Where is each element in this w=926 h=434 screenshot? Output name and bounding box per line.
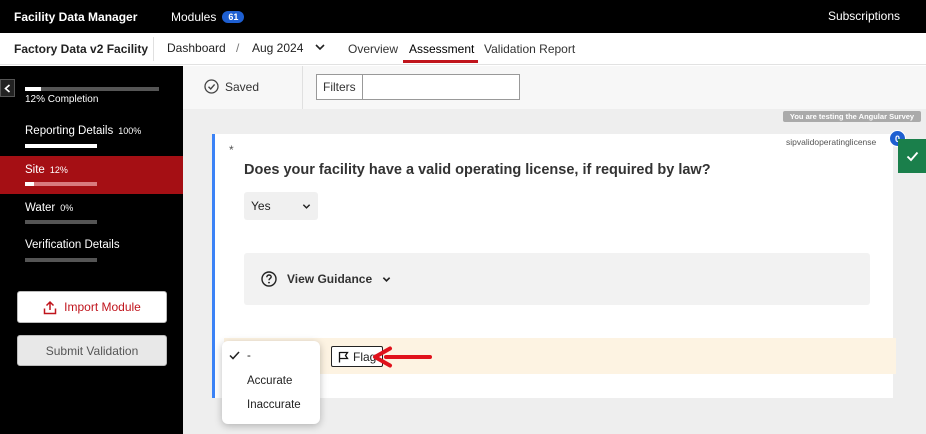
- sidebar-item-progress: [25, 182, 97, 186]
- check-circle-icon: [204, 79, 219, 94]
- view-guidance-label: View Guidance: [287, 272, 373, 286]
- answer-value: Yes: [251, 199, 271, 213]
- sidebar-item-verification-details[interactable]: Verification Details: [0, 230, 183, 268]
- question-id: sipvalidoperatinglicense: [780, 134, 883, 150]
- facility-name[interactable]: Factory Data v2 Facility: [14, 42, 148, 56]
- sidebar-item-pct: 100%: [118, 126, 142, 136]
- sidebar-item-progress: [25, 258, 97, 262]
- toolbar-divider: [302, 66, 303, 109]
- toolbar: Saved Filters: [183, 66, 926, 109]
- mark-complete-button[interactable]: [898, 139, 926, 173]
- filters-input[interactable]: [362, 75, 530, 99]
- nav-bar: Factory Data v2 Facility Dashboard / Aug…: [0, 33, 926, 65]
- import-module-label: Import Module: [64, 300, 141, 314]
- completion-label: 12% Completion: [25, 94, 99, 105]
- upload-icon: [43, 300, 57, 314]
- saved-label: Saved: [225, 79, 260, 94]
- sidebar-item-water[interactable]: Water 0%: [0, 194, 183, 230]
- sidebar-item-pct: 12%: [49, 165, 68, 175]
- filters-field[interactable]: Filters: [316, 74, 530, 100]
- tab-overview[interactable]: Overview: [348, 42, 398, 56]
- dropdown-option-accurate[interactable]: Accurate: [247, 375, 292, 387]
- chevron-left-icon: [4, 83, 11, 93]
- question-text: Does your facility have a valid operatin…: [244, 162, 711, 178]
- tab-validation-report[interactable]: Validation Report: [484, 42, 575, 56]
- chevron-down-icon: [302, 203, 311, 209]
- validation-row: Flag: [224, 338, 896, 374]
- sidebar-item-progress: [25, 220, 97, 224]
- breadcrumb-dashboard[interactable]: Dashboard: [167, 41, 226, 55]
- sidebar-item-label: Site: [25, 164, 45, 176]
- required-marker: *: [229, 143, 234, 157]
- sidebar-item-label: Verification Details: [25, 239, 120, 251]
- sidebar-item-label: Water: [25, 202, 56, 214]
- sidebar-item-label: Reporting Details: [25, 125, 114, 137]
- submit-validation-label: Submit Validation: [45, 343, 139, 358]
- modules-count-badge: 61: [222, 11, 245, 23]
- dropdown-option-blank[interactable]: -: [247, 350, 251, 362]
- sidebar-item-site[interactable]: Site 12%: [0, 156, 183, 194]
- import-module-button[interactable]: Import Module: [17, 291, 167, 323]
- arrow-left-icon: [373, 346, 432, 368]
- collapse-sidebar-button[interactable]: [0, 79, 15, 97]
- completion-progress-bar: [25, 87, 159, 91]
- dropdown-option-inaccurate[interactable]: Inaccurate: [247, 399, 301, 411]
- sidebar-item-progress: [25, 144, 97, 148]
- flag-icon: [338, 351, 349, 362]
- app-title[interactable]: Facility Data Manager: [14, 10, 137, 24]
- modules-menu[interactable]: Modules 61: [171, 10, 245, 24]
- active-tab-indicator: [403, 60, 478, 63]
- breadcrumb-separator: /: [236, 41, 240, 55]
- saved-status: Saved: [204, 79, 259, 94]
- subscriptions-link[interactable]: Subscriptions: [828, 9, 900, 23]
- tab-assessment[interactable]: Assessment: [409, 42, 474, 56]
- question-circle-icon: [261, 271, 277, 287]
- top-bar: Facility Data Manager Modules 61 Subscri…: [0, 0, 926, 33]
- sidebar-item-reporting-details[interactable]: Reporting Details 100%: [0, 118, 183, 156]
- chevron-down-icon: [382, 276, 391, 282]
- nav-divider: [153, 37, 154, 61]
- sidebar: 12% Completion Reporting Details 100% Sit…: [0, 66, 183, 434]
- modules-label: Modules: [171, 10, 217, 24]
- period-selector[interactable]: Aug 2024: [252, 41, 303, 55]
- chevron-down-icon[interactable]: [315, 42, 325, 52]
- answer-select[interactable]: Yes: [244, 192, 318, 220]
- sidebar-item-pct: 0%: [60, 203, 74, 213]
- check-icon: [906, 151, 918, 161]
- submit-validation-button[interactable]: Submit Validation: [17, 335, 167, 366]
- view-guidance-toggle[interactable]: View Guidance: [244, 253, 870, 305]
- testing-banner: You are testing the Angular Survey: [783, 111, 921, 122]
- accuracy-dropdown: - Accurate Inaccurate: [222, 341, 320, 424]
- check-icon: [229, 351, 240, 360]
- filters-label: Filters: [317, 75, 363, 99]
